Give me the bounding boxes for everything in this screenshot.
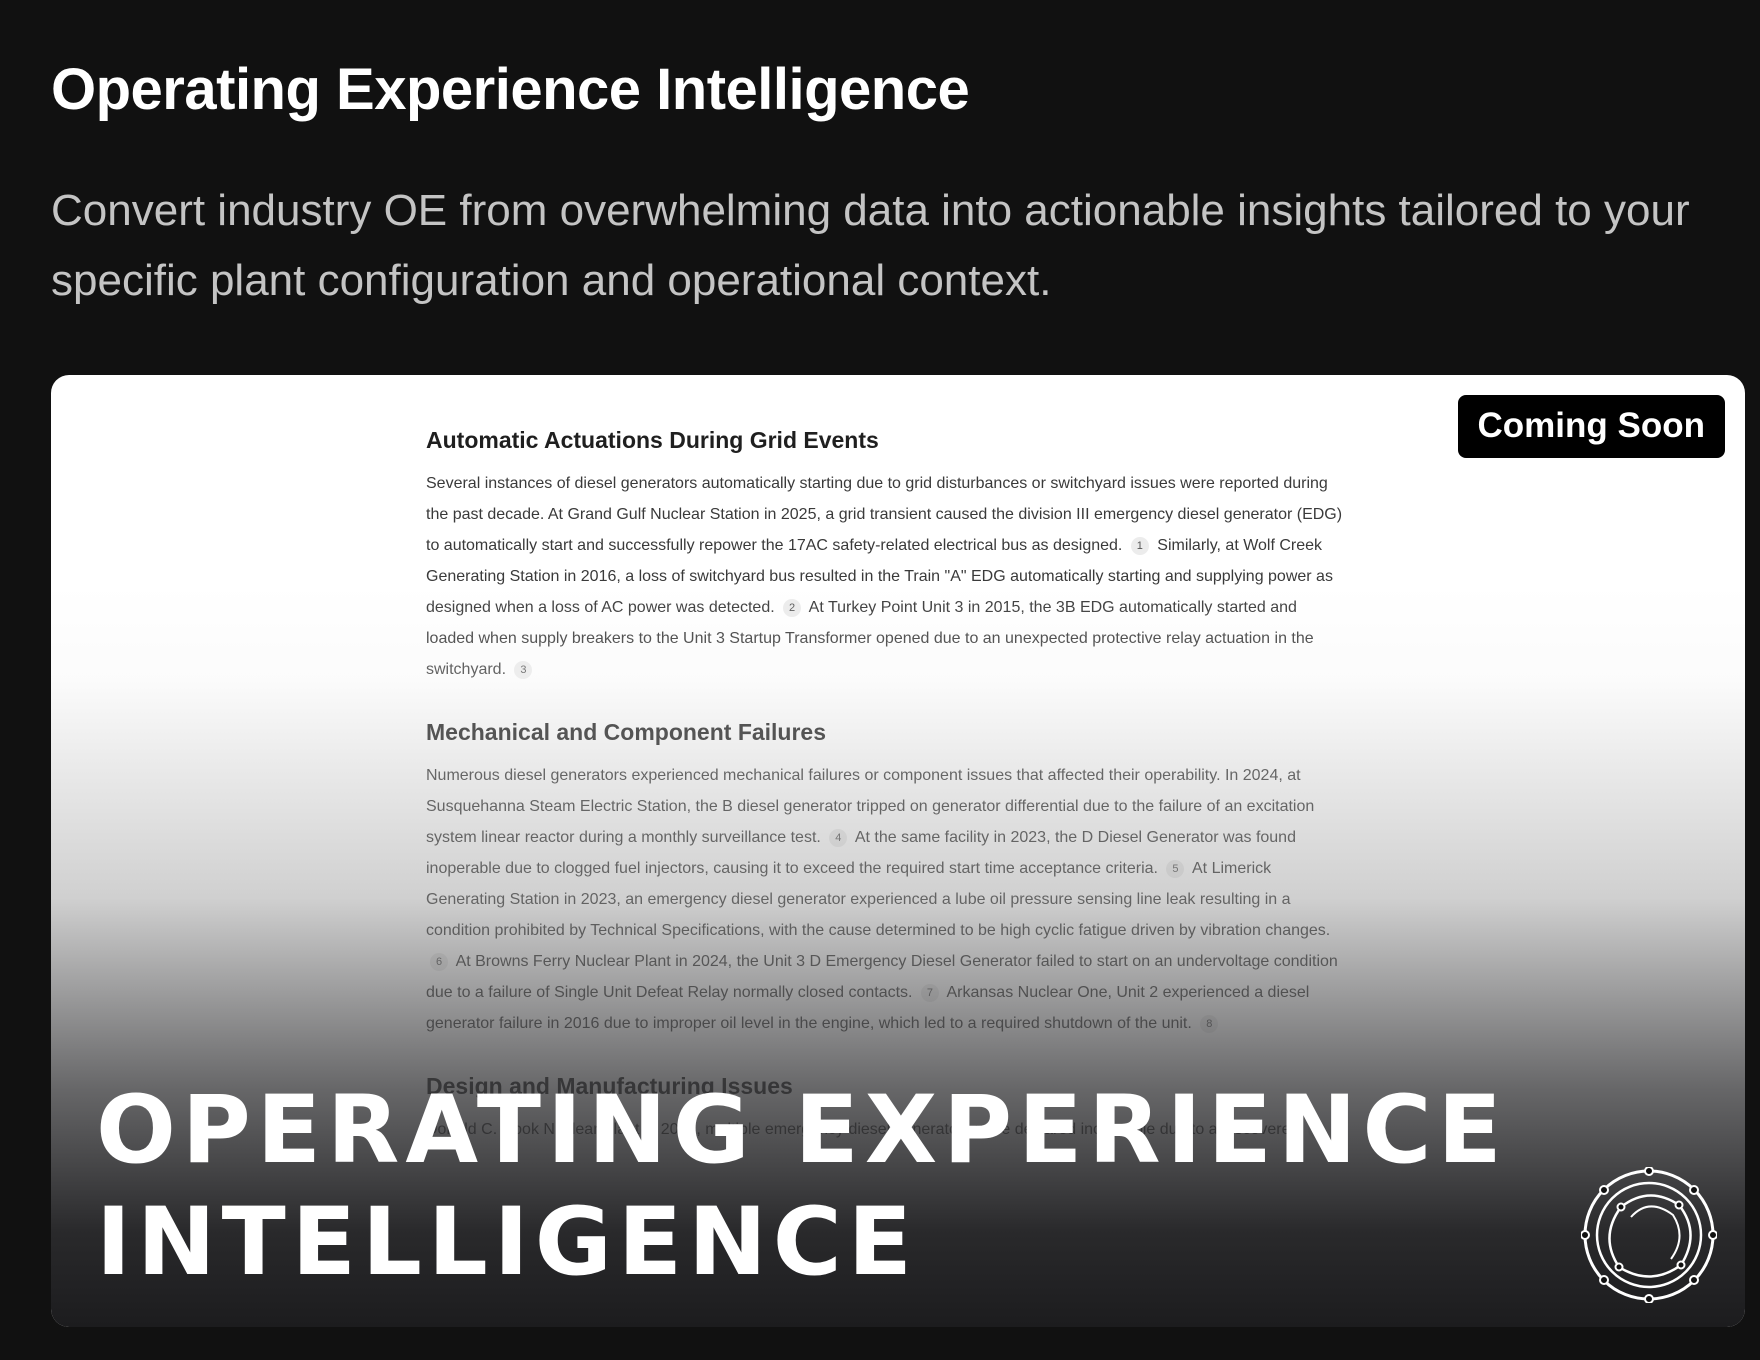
overlay-title-line: OPERATING EXPERIENCE — [96, 1076, 1508, 1185]
section-heading: Mechanical and Component Failures — [426, 719, 827, 745]
document-preview: Automatic Actuations During Grid Events … — [426, 427, 1346, 1179]
citation-badge[interactable]: 8 — [1200, 1014, 1219, 1033]
coming-soon-badge: Coming Soon — [1457, 395, 1725, 458]
citation-badge[interactable]: 1 — [1130, 536, 1149, 555]
overlay-title: OPERATING EXPERIENCE INTELLIGENCE — [96, 1075, 1508, 1299]
citation-badge[interactable]: 2 — [783, 598, 802, 617]
circular-ring-logo-icon — [1581, 1167, 1717, 1303]
section-paragraph: Numerous diesel generators experienced m… — [426, 760, 1346, 1039]
page: Operating Experience Intelligence Conver… — [0, 0, 1760, 1360]
section-paragraph: Several instances of diesel generators a… — [426, 468, 1346, 685]
citation-badge[interactable]: 6 — [430, 952, 448, 971]
citation-badge[interactable]: 4 — [829, 828, 848, 847]
citation-badge[interactable]: 5 — [1166, 859, 1185, 878]
citation-badge[interactable]: 7 — [920, 983, 939, 1002]
feature-preview-card[interactable]: Automatic Actuations During Grid Events … — [51, 375, 1745, 1327]
page-subtitle: Convert industry OE from overwhelming da… — [51, 186, 1690, 305]
overlay-title-line: INTELLIGENCE — [96, 1188, 918, 1297]
section-heading: Automatic Actuations During Grid Events — [426, 427, 879, 453]
page-title: Operating Experience Intelligence — [51, 57, 970, 122]
citation-badge[interactable]: 3 — [514, 660, 533, 679]
